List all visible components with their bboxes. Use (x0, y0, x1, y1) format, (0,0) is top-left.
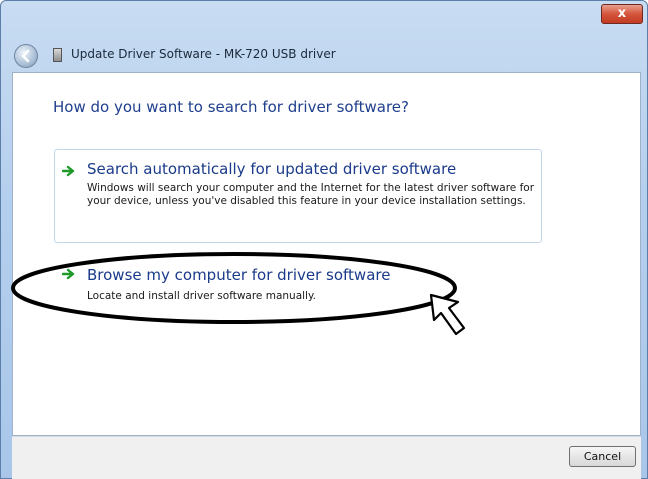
window-title: Update Driver Software - MK-720 USB driv… (71, 47, 336, 61)
cancel-button[interactable]: Cancel (569, 446, 636, 467)
green-arrow-icon (62, 165, 75, 177)
back-button[interactable] (14, 44, 38, 68)
option-search-automatically-title[interactable]: Search automatically for updated driver … (87, 160, 456, 178)
dialog-footer (12, 436, 641, 479)
back-arrow-icon (21, 49, 30, 63)
device-icon (53, 48, 62, 62)
option-browse-computer-description: Locate and install driver software manua… (87, 290, 317, 302)
option-search-automatically-description: Windows will search your computer and th… (87, 182, 535, 207)
close-icon: x (617, 6, 627, 21)
green-arrow-icon (62, 268, 75, 280)
content-panel (12, 72, 641, 436)
close-button[interactable]: x (601, 4, 643, 24)
option-browse-computer-title[interactable]: Browse my computer for driver software (87, 266, 390, 284)
pointer-cursor-icon (429, 293, 466, 336)
page-heading: How do you want to search for driver sof… (53, 98, 409, 116)
